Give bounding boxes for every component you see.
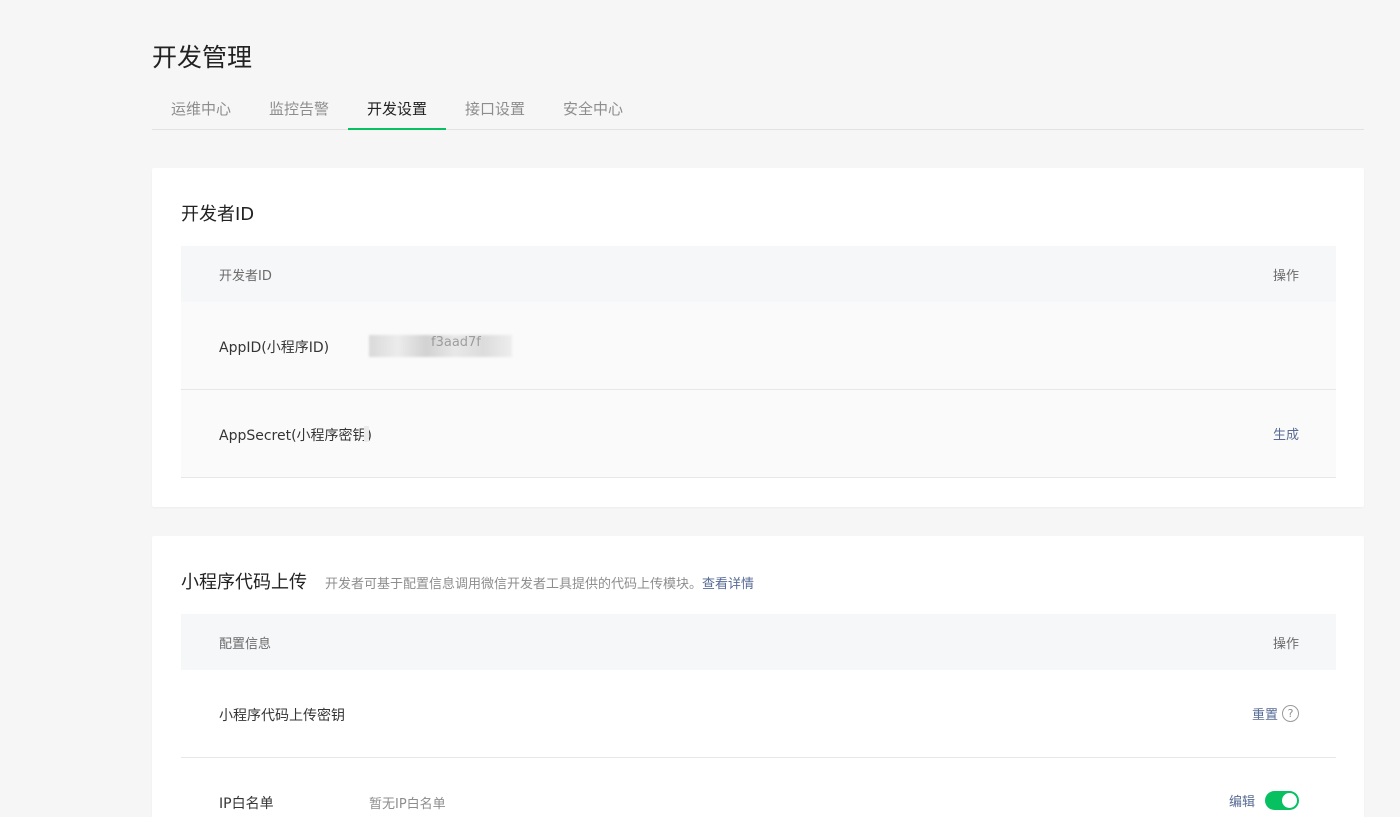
- edit-whitelist-link[interactable]: 编辑: [1229, 791, 1255, 810]
- appid-label: AppID(小程序ID): [219, 340, 330, 356]
- developer-id-table-header: 开发者ID 操作: [181, 246, 1336, 302]
- header-developer-id: 开发者ID: [219, 269, 272, 284]
- tab-security-center[interactable]: 安全中心: [544, 94, 642, 130]
- tab-api-settings[interactable]: 接口设置: [446, 94, 544, 130]
- ip-whitelist-actions: 编辑: [1229, 791, 1299, 810]
- page: 开发管理 运维中心 监控告警 开发设置 接口设置 安全中心 开发者ID 开发者I…: [0, 0, 1400, 817]
- developer-id-card: 开发者ID 开发者ID 操作 AppID(小程序ID) f3aad7f AppS…: [152, 168, 1364, 507]
- reset-key-link[interactable]: 重置: [1252, 704, 1278, 723]
- header-action: 操作: [1272, 637, 1299, 652]
- code-upload-title: 小程序代码上传: [181, 572, 307, 593]
- tab-monitor-alert[interactable]: 监控告警: [250, 94, 348, 130]
- appid-row: AppID(小程序ID) f3aad7f: [181, 302, 1336, 390]
- upload-key-row: 小程序代码上传密钥 重置 ?: [181, 670, 1336, 758]
- header-config-info: 配置信息: [219, 637, 272, 652]
- view-details-link[interactable]: 查看详情: [702, 577, 754, 592]
- ip-whitelist-value: 暂无IP白名单: [369, 797, 446, 812]
- upload-key-actions: 重置 ?: [1252, 704, 1299, 723]
- tab-ops-center[interactable]: 运维中心: [152, 94, 250, 130]
- code-upload-card: 小程序代码上传 开发者可基于配置信息调用微信开发者工具提供的代码上传模块。查看详…: [152, 536, 1364, 817]
- appid-value: f3aad7f: [431, 335, 481, 350]
- generate-secret-link[interactable]: 生成: [1273, 424, 1299, 443]
- upload-key-label: 小程序代码上传密钥: [219, 708, 345, 724]
- tab-dev-settings[interactable]: 开发设置: [348, 94, 446, 130]
- page-title: 开发管理: [152, 43, 253, 72]
- config-table-header: 配置信息 操作: [181, 614, 1336, 670]
- appsecret-label: AppSecret(小程序密钥): [219, 428, 373, 444]
- ip-whitelist-row: IP白名单 暂无IP白名单 编辑: [181, 758, 1336, 817]
- developer-id-title: 开发者ID: [181, 204, 255, 225]
- help-icon[interactable]: ?: [1282, 705, 1299, 722]
- ip-whitelist-label: IP白名单: [219, 796, 274, 812]
- header-action: 操作: [1272, 269, 1299, 284]
- code-upload-heading: 小程序代码上传 开发者可基于配置信息调用微信开发者工具提供的代码上传模块。查看详…: [181, 568, 754, 594]
- appsecret-row: AppSecret(小程序密钥) 生成: [181, 390, 1336, 478]
- tab-bar: 运维中心 监控告警 开发设置 接口设置 安全中心: [152, 94, 1364, 130]
- ip-whitelist-toggle[interactable]: [1265, 791, 1299, 810]
- code-upload-desc-text: 开发者可基于配置信息调用微信开发者工具提供的代码上传模块。: [325, 577, 703, 592]
- code-upload-desc: 开发者可基于配置信息调用微信开发者工具提供的代码上传模块。查看详情: [325, 573, 754, 592]
- appsecret-value-masked: [364, 426, 369, 442]
